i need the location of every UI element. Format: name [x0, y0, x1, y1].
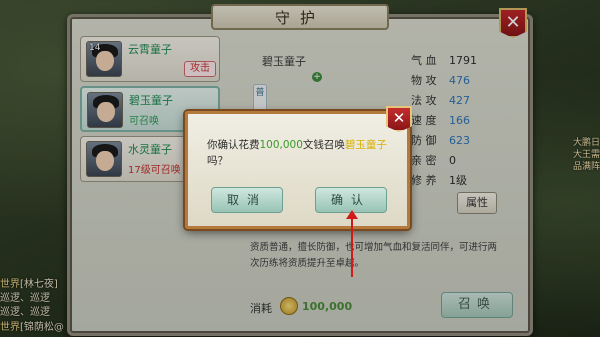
dialog-text: 文钱召唤: [302, 139, 345, 151]
cancel-button[interactable]: 取消: [211, 187, 283, 213]
dialog-text: 你确认花费: [207, 139, 260, 151]
close-icon: ✕: [392, 109, 406, 127]
dialog-guardian-name: 碧玉童子: [344, 139, 387, 151]
dialog-amount: 100,000: [259, 139, 303, 151]
pointer-arrow: [351, 217, 353, 277]
dialog-text: 吗？: [207, 155, 228, 167]
dialog-message: 你确认花费100,000文钱召唤碧玉童子吗？: [207, 137, 397, 169]
